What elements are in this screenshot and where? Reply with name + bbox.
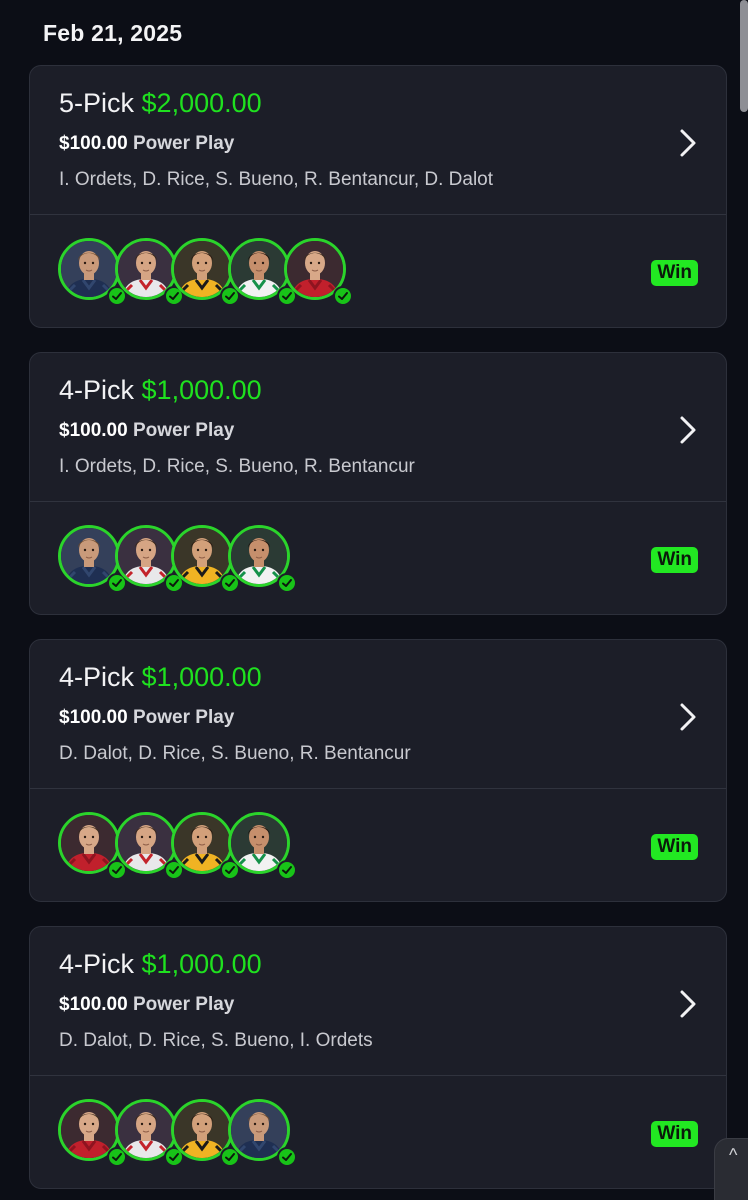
payout-amount: $1,000.00 [141,375,262,405]
entry-summary[interactable]: 4-Pick $1,000.00 $100.00 Power Play D. D… [30,640,726,789]
pick-count: 4-Pick [59,662,135,692]
date-header: Feb 21, 2025 [43,20,183,46]
entry-footer: Win [30,789,726,901]
pick-line: 4-Pick $1,000.00 [59,949,262,980]
wager-amount: $100.00 [59,994,128,1015]
play-type: Power Play [132,994,235,1015]
entry-card[interactable]: 4-Pick $1,000.00 $100.00 Power Play D. D… [29,639,727,902]
entry-card[interactable]: 4-Pick $1,000.00 $100.00 Power Play I. O… [29,352,727,615]
payout-amount: $1,000.00 [141,662,262,692]
wager-amount: $100.00 [59,420,128,441]
pick-line: 5-Pick $2,000.00 [59,88,262,119]
pick-count: 4-Pick [59,375,135,405]
pick-line: 4-Pick $1,000.00 [59,662,262,693]
play-type: Power Play [132,133,235,154]
wager-amount: $100.00 [59,133,128,154]
fab-icon: ^ [729,1145,738,1165]
play-type: Power Play [132,707,235,728]
players-list: I. Ordets, D. Rice, S. Bueno, R. Bentanc… [59,169,494,190]
wager-line: $100.00 Power Play [59,420,234,442]
check-icon [333,286,353,306]
entry-footer: Win [30,215,726,327]
entry-summary[interactable]: 4-Pick $1,000.00 $100.00 Power Play I. O… [30,353,726,502]
entry-footer: Win [30,1076,726,1188]
floating-action-button[interactable]: ^ [714,1138,748,1200]
wager-line: $100.00 Power Play [59,133,234,155]
chevron-right-icon[interactable] [678,702,698,732]
play-type: Power Play [132,420,235,441]
check-icon [276,1147,297,1167]
players-list: D. Dalot, D. Rice, S. Bueno, R. Bentancu… [59,743,411,764]
check-icon [276,860,297,880]
players-list: D. Dalot, D. Rice, S. Bueno, I. Ordets [59,1030,373,1051]
pick-count: 4-Pick [59,949,135,979]
result-badge: Win [651,547,698,573]
check-icon [276,573,297,593]
chevron-right-icon[interactable] [678,415,698,445]
entry-card[interactable]: 4-Pick $1,000.00 $100.00 Power Play D. D… [29,926,727,1189]
chevron-right-icon[interactable] [678,128,698,158]
entry-summary[interactable]: 5-Pick $2,000.00 $100.00 Power Play I. O… [30,66,726,215]
scrollbar[interactable] [740,0,748,112]
entry-footer: Win [30,502,726,614]
entry-summary[interactable]: 4-Pick $1,000.00 $100.00 Power Play D. D… [30,927,726,1076]
wager-line: $100.00 Power Play [59,707,234,729]
pick-line: 4-Pick $1,000.00 [59,375,262,406]
payout-amount: $1,000.00 [141,949,262,979]
payout-amount: $2,000.00 [141,88,262,118]
entry-card[interactable]: 5-Pick $2,000.00 $100.00 Power Play I. O… [29,65,727,328]
entries-page: Feb 21, 2025 5-Pick $2,000.00 $100.00 Po… [0,0,748,1200]
pick-count: 5-Pick [59,88,135,118]
chevron-right-icon[interactable] [678,989,698,1019]
wager-amount: $100.00 [59,707,128,728]
result-badge: Win [651,260,698,286]
result-badge: Win [651,1121,698,1147]
players-list: I. Ordets, D. Rice, S. Bueno, R. Bentanc… [59,456,415,477]
result-badge: Win [651,834,698,860]
wager-line: $100.00 Power Play [59,994,234,1016]
